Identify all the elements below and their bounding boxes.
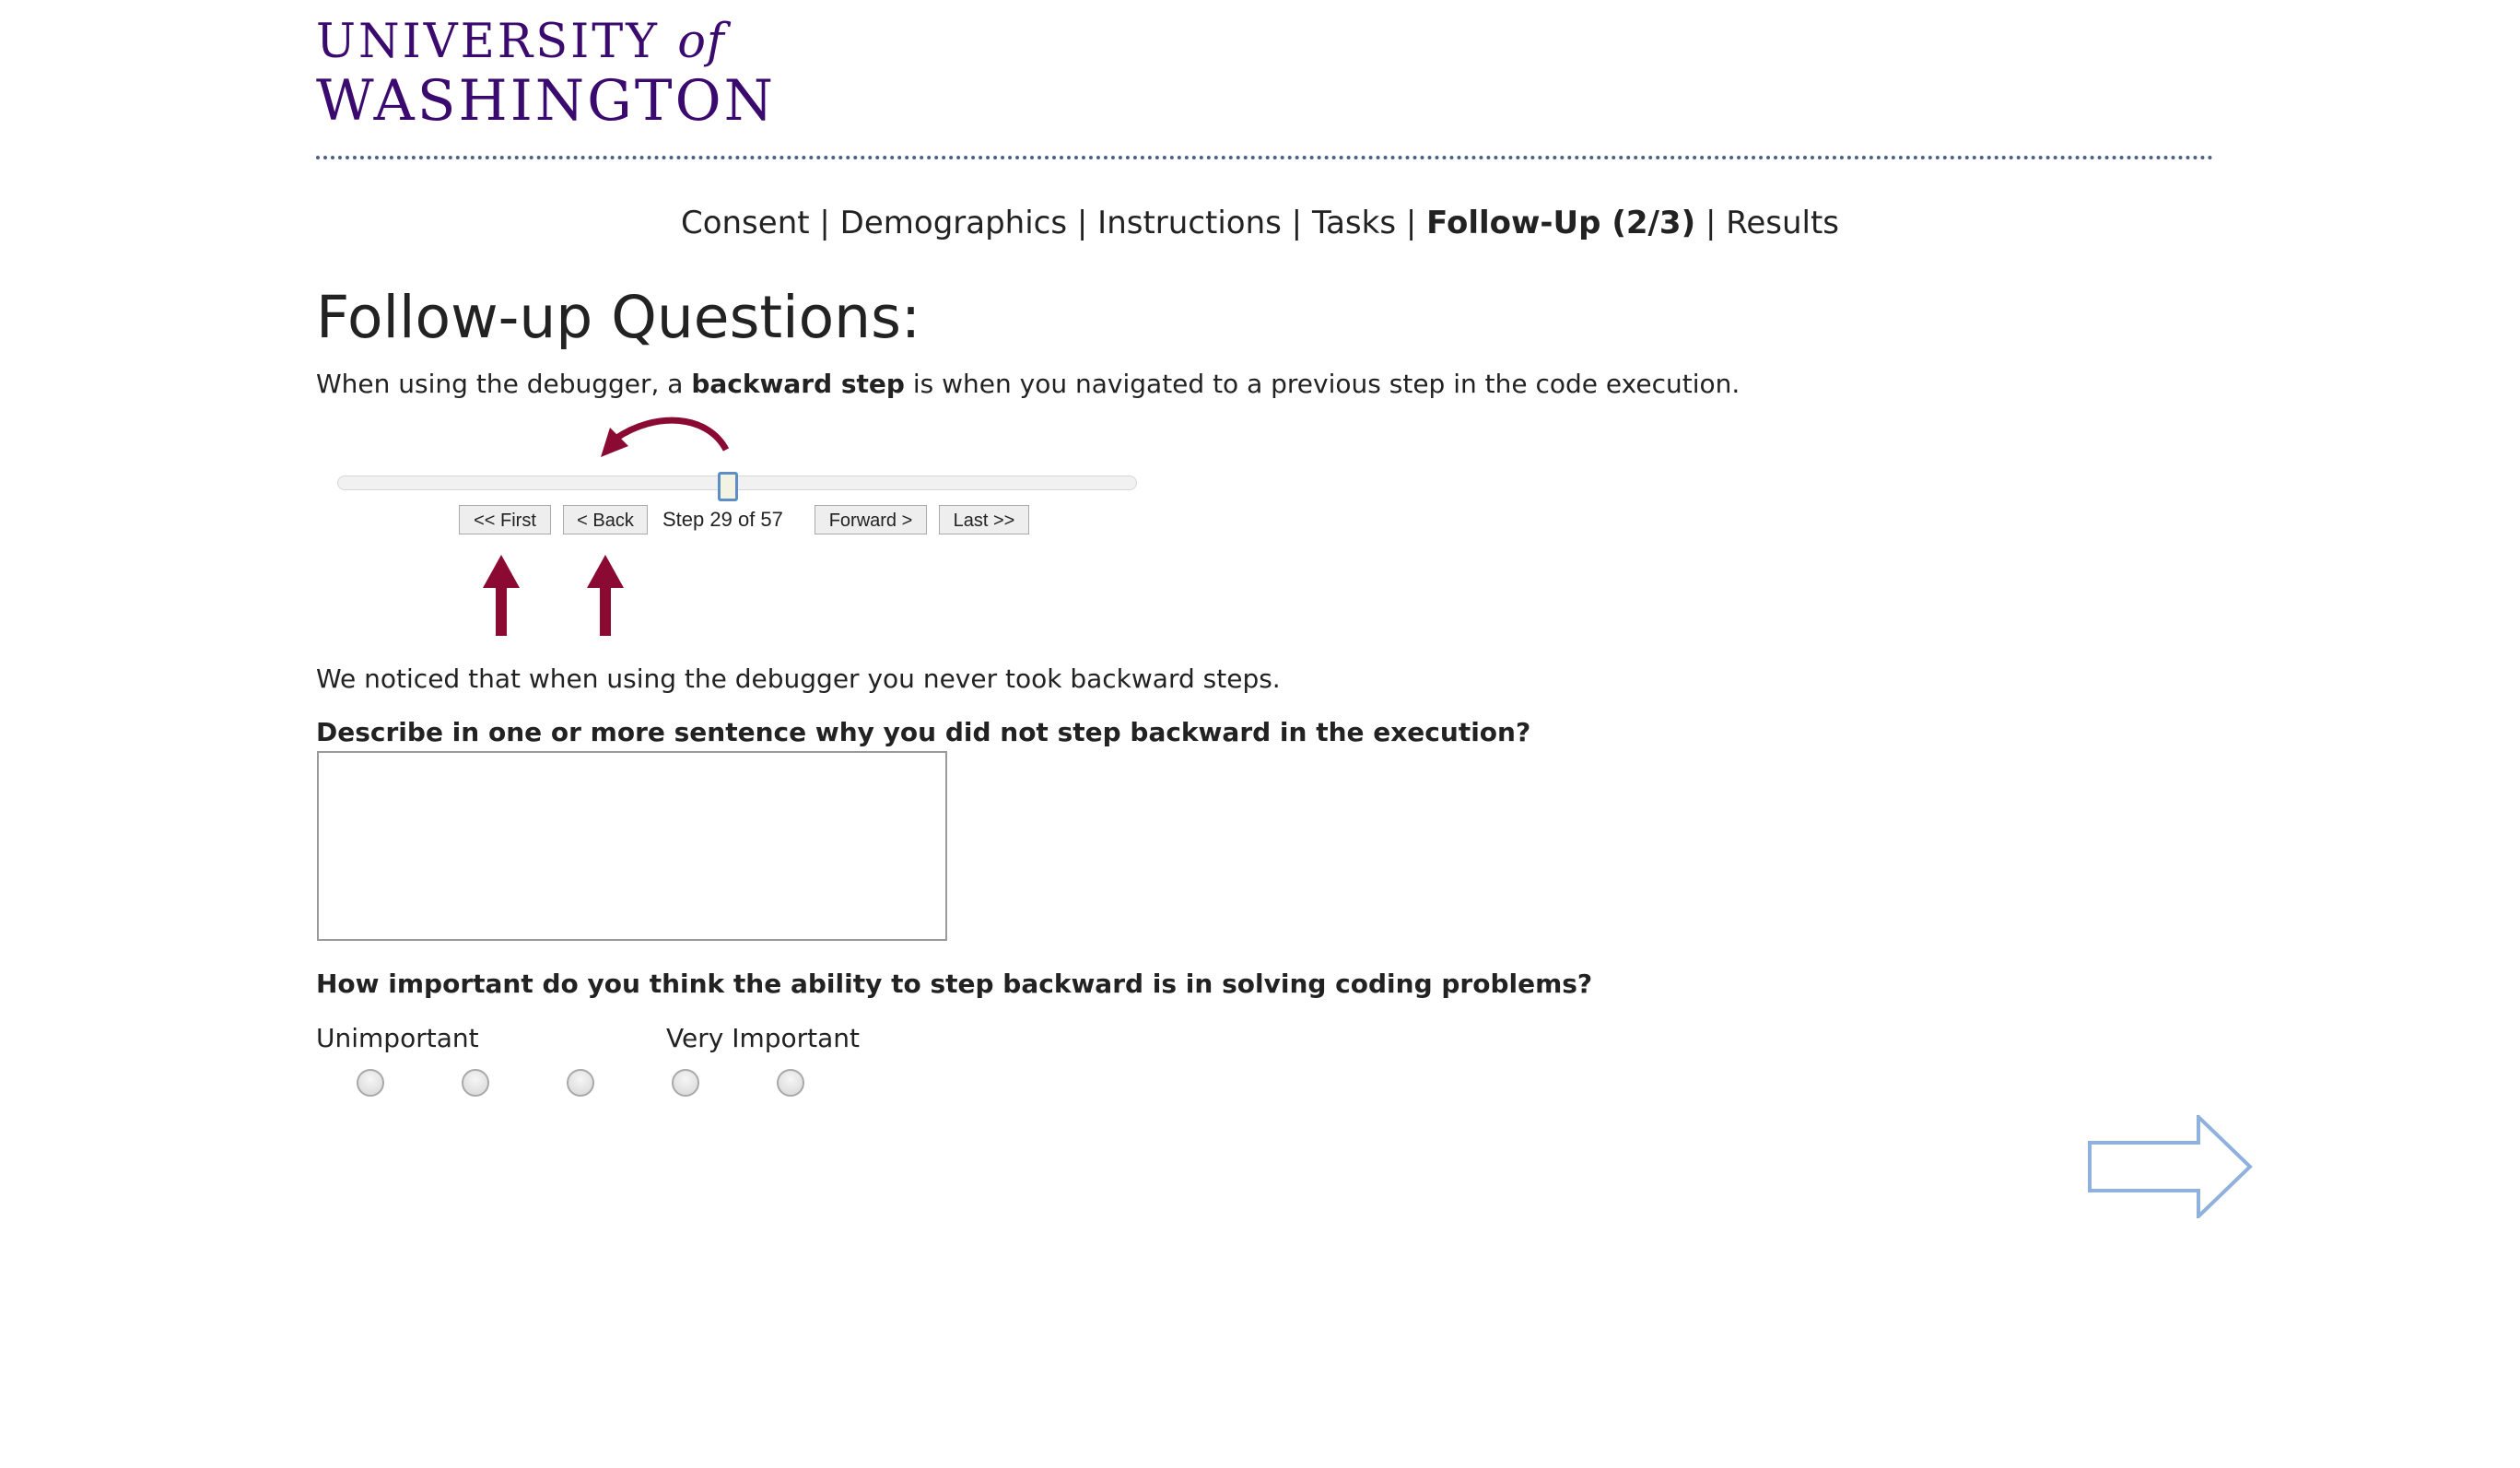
scale-high-label: Very Important xyxy=(666,1023,860,1053)
nav-separator: | xyxy=(819,205,830,241)
nav-separator: | xyxy=(1291,205,1303,241)
forward-step-button[interactable]: Forward > xyxy=(815,505,927,534)
nav-separator: | xyxy=(1405,205,1417,241)
question-1-label: Describe in one or more sentence why you… xyxy=(316,717,1531,747)
next-arrow-icon[interactable] xyxy=(2088,1115,2254,1218)
curved-back-arrow-icon xyxy=(601,417,730,457)
header-divider xyxy=(316,156,2214,159)
intro-bold: backward step xyxy=(691,369,905,399)
nav-separator: | xyxy=(1076,205,1088,241)
importance-radio-3[interactable] xyxy=(567,1069,594,1097)
logo-name-text: WASHINGTON xyxy=(316,68,776,134)
scale-low-label: Unimportant xyxy=(316,1023,479,1053)
progress-nav: Consent | Demographics | Instructions | … xyxy=(0,205,2520,241)
nav-item-follow-up[interactable]: Follow-Up (2/3) xyxy=(1426,205,1695,241)
logo-of-text: of xyxy=(677,15,725,69)
up-arrow-icon xyxy=(587,555,624,636)
intro-after: is when you navigated to a previous step… xyxy=(904,369,1741,399)
nav-item-tasks[interactable]: Tasks xyxy=(1312,205,1396,241)
importance-radio-2[interactable] xyxy=(462,1069,489,1097)
first-step-button[interactable]: << First xyxy=(459,505,551,534)
up-arrow-icon xyxy=(483,555,520,636)
importance-radio-4[interactable] xyxy=(672,1069,699,1097)
back-step-button[interactable]: < Back xyxy=(563,505,648,534)
noticed-text: We noticed that when using the debugger … xyxy=(316,664,1281,694)
question-1-answer-field[interactable] xyxy=(317,751,947,941)
step-slider-thumb[interactable] xyxy=(718,472,738,501)
step-counter: Step 29 of 57 xyxy=(662,508,783,531)
nav-item-demographics[interactable]: Demographics xyxy=(840,205,1067,241)
logo-university-text: UNIVERSITY xyxy=(316,15,660,69)
intro-text: When using the debugger, a backward step… xyxy=(316,369,1740,399)
importance-radio-1[interactable] xyxy=(357,1069,384,1097)
last-step-button[interactable]: Last >> xyxy=(939,505,1029,534)
importance-radio-5[interactable] xyxy=(777,1069,804,1097)
university-logo: UNIVERSITY of WASHINGTON xyxy=(316,18,776,129)
intro-before: When using the debugger, a xyxy=(316,369,692,399)
nav-item-consent[interactable]: Consent xyxy=(681,205,810,241)
nav-separator: | xyxy=(1705,205,1717,241)
nav-item-instructions[interactable]: Instructions xyxy=(1097,205,1282,241)
nav-item-results[interactable]: Results xyxy=(1726,205,1839,241)
question-2-label: How important do you think the ability t… xyxy=(316,969,1593,999)
page-title: Follow-up Questions: xyxy=(316,284,921,351)
